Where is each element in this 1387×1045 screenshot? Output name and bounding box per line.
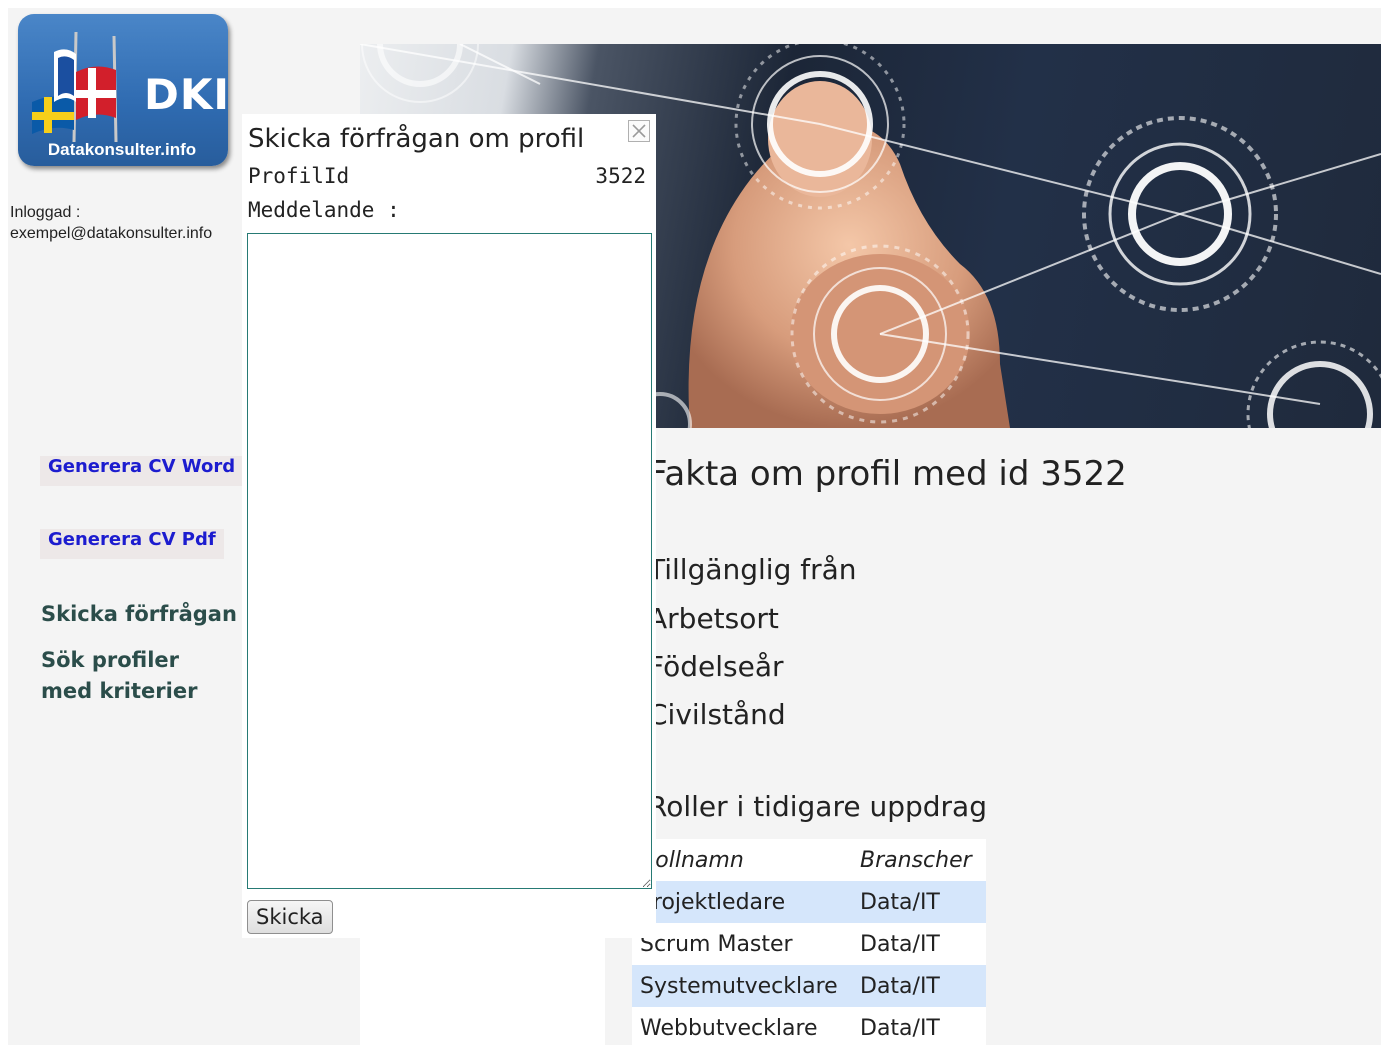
search-profiles-link[interactable]: Sök profiler med kriterier (41, 645, 197, 707)
search-profiles-line-1: Sök profiler (41, 648, 180, 672)
table-row: Scrum Master Data/IT (632, 923, 986, 965)
dialog-close-button[interactable] (628, 120, 650, 142)
industry-cell: Data/IT (852, 1007, 986, 1045)
role-name-cell: Webbutvecklare (632, 1007, 852, 1045)
profile-id-label: ProfilId (248, 164, 350, 188)
role-name-cell: Scrum Master (632, 923, 852, 965)
message-textarea[interactable] (247, 233, 652, 889)
role-name-cell: Projektledare (632, 881, 852, 923)
table-row: Systemutvecklare Data/IT (632, 965, 986, 1007)
flags-icon (32, 32, 118, 142)
page: DKI Datakonsulter.info Inloggad : exempe… (8, 8, 1381, 1045)
dialog-title: Skicka förfrågan om profil (248, 124, 585, 154)
logo-site-name: Datakonsulter.info (47, 140, 197, 159)
logo-brand: DKI (144, 70, 228, 119)
generate-cv-pdf-button[interactable]: Generera CV Pdf (40, 529, 224, 559)
profile-id-value: 3522 (595, 164, 646, 188)
roles-table-header: Rollnamn Branscher (632, 839, 986, 881)
header-role-name: Rollnamn (632, 839, 852, 881)
detail-available-from: Tillgänglig från (648, 553, 857, 586)
content-panel (360, 938, 605, 1045)
send-button[interactable]: Skicka (247, 900, 333, 934)
industry-cell: Data/IT (852, 923, 986, 965)
detail-marital-status: Civilstånd (648, 698, 786, 731)
top-strip (0, 0, 1387, 8)
role-name-cell: Systemutvecklare (632, 965, 852, 1007)
table-row: Projektledare Data/IT (632, 881, 986, 923)
login-label: Inloggad : (10, 204, 81, 221)
roles-table: Rollnamn Branscher Projektledare Data/IT… (632, 839, 986, 1045)
table-row: Webbutvecklare Data/IT (632, 1007, 986, 1045)
close-icon (632, 124, 646, 138)
profile-heading: Fakta om profil med id 3522 (648, 454, 1127, 494)
login-email: exempel@datakonsulter.info (10, 225, 213, 242)
message-label: Meddelande : (248, 198, 400, 222)
roles-heading: Roller i tidigare uppdrag (648, 790, 987, 823)
industry-cell: Data/IT (852, 881, 986, 923)
send-request-link[interactable]: Skicka förfrågan (41, 599, 237, 630)
send-request-dialog: Skicka förfrågan om profil ProfilId 3522… (242, 114, 656, 938)
detail-birth-year: Födelseår (648, 650, 784, 683)
search-profiles-line-2: med kriterier (41, 679, 198, 703)
generate-cv-word-button[interactable]: Generera CV Word (40, 456, 244, 486)
dki-logo[interactable]: DKI Datakonsulter.info (18, 14, 228, 166)
industry-cell: Data/IT (852, 965, 986, 1007)
login-status: Inloggad : exempel@datakonsulter.info (10, 202, 245, 244)
detail-work-location: Arbetsort (648, 602, 779, 635)
header-industries: Branscher (852, 839, 986, 881)
